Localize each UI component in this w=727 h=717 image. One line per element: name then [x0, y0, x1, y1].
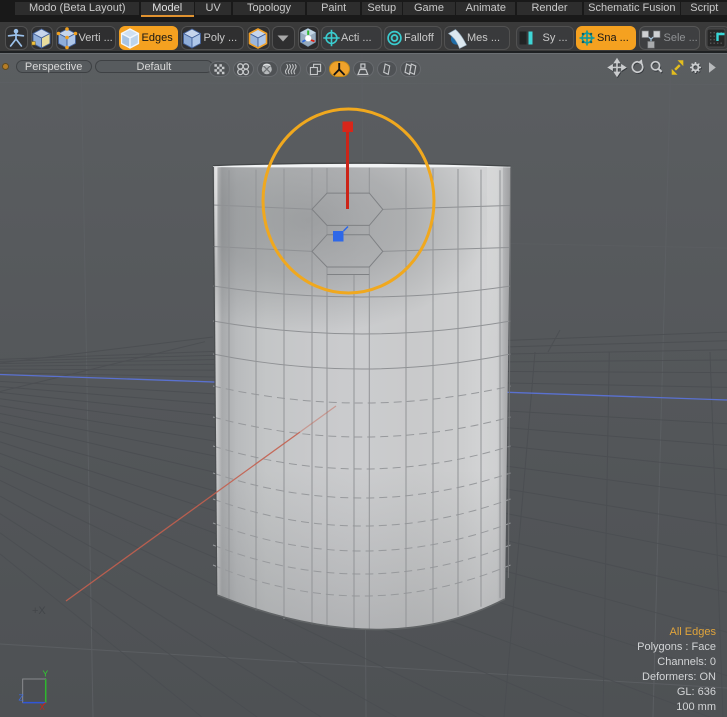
- svg-text:Z: Z: [19, 693, 24, 703]
- svg-text:Y: Y: [43, 669, 49, 679]
